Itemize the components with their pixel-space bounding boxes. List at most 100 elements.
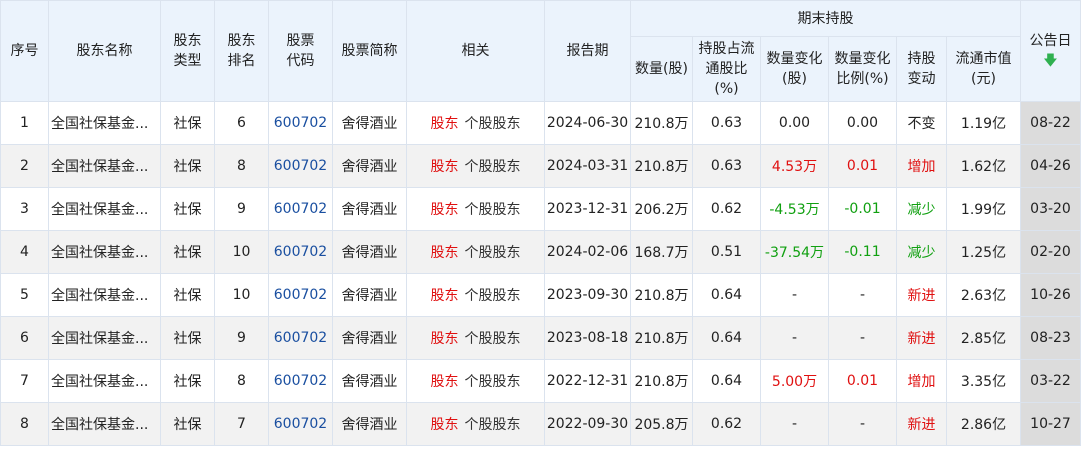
cell-holder-name[interactable]: 全国社保基金... bbox=[48, 144, 161, 188]
cell-report-date: 2023-08-18 bbox=[544, 316, 631, 360]
cell-related: 股东 个股股东 bbox=[406, 187, 545, 231]
cell-holder-name[interactable]: 全国社保基金... bbox=[48, 316, 161, 360]
stock-holders-link[interactable]: 个股股东 bbox=[465, 331, 521, 347]
cell-change-type: 新进 bbox=[896, 273, 947, 317]
header-shares: 数量(股) bbox=[630, 36, 693, 102]
table-row: 5 全国社保基金... 社保 10 600702 舍得酒业 股东 个股股东 2023-09-30… bbox=[0, 273, 1081, 317]
cell-code: 600702 bbox=[268, 144, 333, 188]
holder-link[interactable]: 股东 bbox=[431, 331, 459, 347]
cell-report-date: 2024-06-30 bbox=[544, 101, 631, 145]
cell-holder-type: 社保 bbox=[160, 144, 215, 188]
holder-link[interactable]: 股东 bbox=[431, 159, 459, 175]
cell-change-type: 新进 bbox=[896, 316, 947, 360]
cell-announce-date: 10-26 bbox=[1020, 273, 1081, 317]
cell-report-date: 2023-12-31 bbox=[544, 187, 631, 231]
cell-change-type: 不变 bbox=[896, 101, 947, 145]
header-ratio: 持股占流 通股比 (%) bbox=[692, 36, 761, 102]
stock-holders-link[interactable]: 个股股东 bbox=[465, 159, 521, 175]
cell-index: 1 bbox=[0, 101, 49, 145]
cell-ratio: 0.63 bbox=[692, 144, 761, 188]
header-qty-change-pct: 数量变化 比例(%) bbox=[828, 36, 897, 102]
holder-link[interactable]: 股东 bbox=[431, 116, 459, 132]
cell-index: 4 bbox=[0, 230, 49, 274]
cell-rank: 6 bbox=[214, 101, 269, 145]
cell-stock-name: 舍得酒业 bbox=[332, 187, 407, 231]
holder-link[interactable]: 股东 bbox=[431, 417, 459, 433]
cell-holder-name[interactable]: 全国社保基金... bbox=[48, 402, 161, 446]
cell-index: 5 bbox=[0, 273, 49, 317]
cell-qty-change-pct: 0.01 bbox=[828, 359, 897, 403]
stock-code-link[interactable]: 600702 bbox=[274, 201, 327, 217]
cell-report-date: 2022-09-30 bbox=[544, 402, 631, 446]
table-body: 1 全国社保基金... 社保 6 600702 舍得酒业 股东 个股股东 2024-06-30 2… bbox=[0, 101, 1081, 446]
table-row: 2 全国社保基金... 社保 8 600702 舍得酒业 股东 个股股东 2024-03-31 2… bbox=[0, 144, 1081, 188]
stock-code-link[interactable]: 600702 bbox=[274, 416, 327, 432]
cell-stock-name: 舍得酒业 bbox=[332, 273, 407, 317]
stock-code-link[interactable]: 600702 bbox=[274, 158, 327, 174]
holder-link[interactable]: 股东 bbox=[431, 288, 459, 304]
stock-code-link[interactable]: 600702 bbox=[274, 244, 327, 260]
cell-rank: 10 bbox=[214, 230, 269, 274]
holder-link[interactable]: 股东 bbox=[431, 374, 459, 390]
cell-qty-change: -37.54万 bbox=[760, 230, 829, 274]
stock-code-link[interactable]: 600702 bbox=[274, 373, 327, 389]
cell-code: 600702 bbox=[268, 402, 333, 446]
cell-market-value: 2.85亿 bbox=[946, 316, 1021, 360]
cell-rank: 7 bbox=[214, 402, 269, 446]
arrow-down-icon[interactable]: 🡇 bbox=[1043, 54, 1057, 68]
cell-announce-date: 08-23 bbox=[1020, 316, 1081, 360]
stock-code-link[interactable]: 600702 bbox=[274, 115, 327, 131]
stock-code-link[interactable]: 600702 bbox=[274, 330, 327, 346]
cell-rank: 9 bbox=[214, 187, 269, 231]
cell-holder-name[interactable]: 全国社保基金... bbox=[48, 273, 161, 317]
cell-announce-date: 03-22 bbox=[1020, 359, 1081, 403]
cell-holder-name[interactable]: 全国社保基金... bbox=[48, 359, 161, 403]
stock-code-link[interactable]: 600702 bbox=[274, 287, 327, 303]
cell-shares: 210.8万 bbox=[630, 273, 693, 317]
header-stock-name: 股票简称 bbox=[332, 0, 407, 102]
cell-market-value: 2.86亿 bbox=[946, 402, 1021, 446]
cell-market-value: 1.19亿 bbox=[946, 101, 1021, 145]
cell-change-type: 减少 bbox=[896, 230, 947, 274]
cell-qty-change-pct: 0.01 bbox=[828, 144, 897, 188]
cell-holder-name[interactable]: 全国社保基金... bbox=[48, 187, 161, 231]
cell-related: 股东 个股股东 bbox=[406, 316, 545, 360]
stock-holders-link[interactable]: 个股股东 bbox=[465, 374, 521, 390]
stock-holders-link[interactable]: 个股股东 bbox=[465, 245, 521, 261]
header-change-type: 持股 变动 bbox=[896, 36, 947, 102]
cell-code: 600702 bbox=[268, 187, 333, 231]
cell-shares: 210.8万 bbox=[630, 144, 693, 188]
header-qty-change: 数量变化 (股) bbox=[760, 36, 829, 102]
cell-shares: 210.8万 bbox=[630, 101, 693, 145]
cell-qty-change-pct: - bbox=[828, 316, 897, 360]
table-row: 4 全国社保基金... 社保 10 600702 舍得酒业 股东 个股股东 2024-02-06… bbox=[0, 230, 1081, 274]
cell-holder-name[interactable]: 全国社保基金... bbox=[48, 230, 161, 274]
cell-rank: 8 bbox=[214, 144, 269, 188]
cell-report-date: 2024-02-06 bbox=[544, 230, 631, 274]
cell-shares: 206.2万 bbox=[630, 187, 693, 231]
header-period-end-holdings: 期末持股 bbox=[630, 0, 1021, 37]
stock-holders-link[interactable]: 个股股东 bbox=[465, 202, 521, 218]
cell-market-value: 1.25亿 bbox=[946, 230, 1021, 274]
cell-code: 600702 bbox=[268, 273, 333, 317]
stock-holders-link[interactable]: 个股股东 bbox=[465, 417, 521, 433]
holder-link[interactable]: 股东 bbox=[431, 202, 459, 218]
header-announce-date[interactable]: 公告日 🡇 bbox=[1020, 0, 1081, 102]
cell-rank: 10 bbox=[214, 273, 269, 317]
holder-link[interactable]: 股东 bbox=[431, 245, 459, 261]
cell-qty-change: - bbox=[760, 316, 829, 360]
cell-market-value: 1.62亿 bbox=[946, 144, 1021, 188]
cell-stock-name: 舍得酒业 bbox=[332, 316, 407, 360]
cell-stock-name: 舍得酒业 bbox=[332, 402, 407, 446]
cell-holder-type: 社保 bbox=[160, 402, 215, 446]
cell-holder-name[interactable]: 全国社保基金... bbox=[48, 101, 161, 145]
cell-qty-change: - bbox=[760, 402, 829, 446]
stock-holders-link[interactable]: 个股股东 bbox=[465, 288, 521, 304]
cell-market-value: 2.63亿 bbox=[946, 273, 1021, 317]
header-market-value: 流通市值 (元) bbox=[946, 36, 1021, 102]
cell-announce-date: 03-20 bbox=[1020, 187, 1081, 231]
cell-qty-change-pct: 0.00 bbox=[828, 101, 897, 145]
table-row: 1 全国社保基金... 社保 6 600702 舍得酒业 股东 个股股东 2024-06-30 2… bbox=[0, 101, 1081, 145]
stock-holders-link[interactable]: 个股股东 bbox=[465, 116, 521, 132]
header-index: 序号 bbox=[0, 0, 49, 102]
